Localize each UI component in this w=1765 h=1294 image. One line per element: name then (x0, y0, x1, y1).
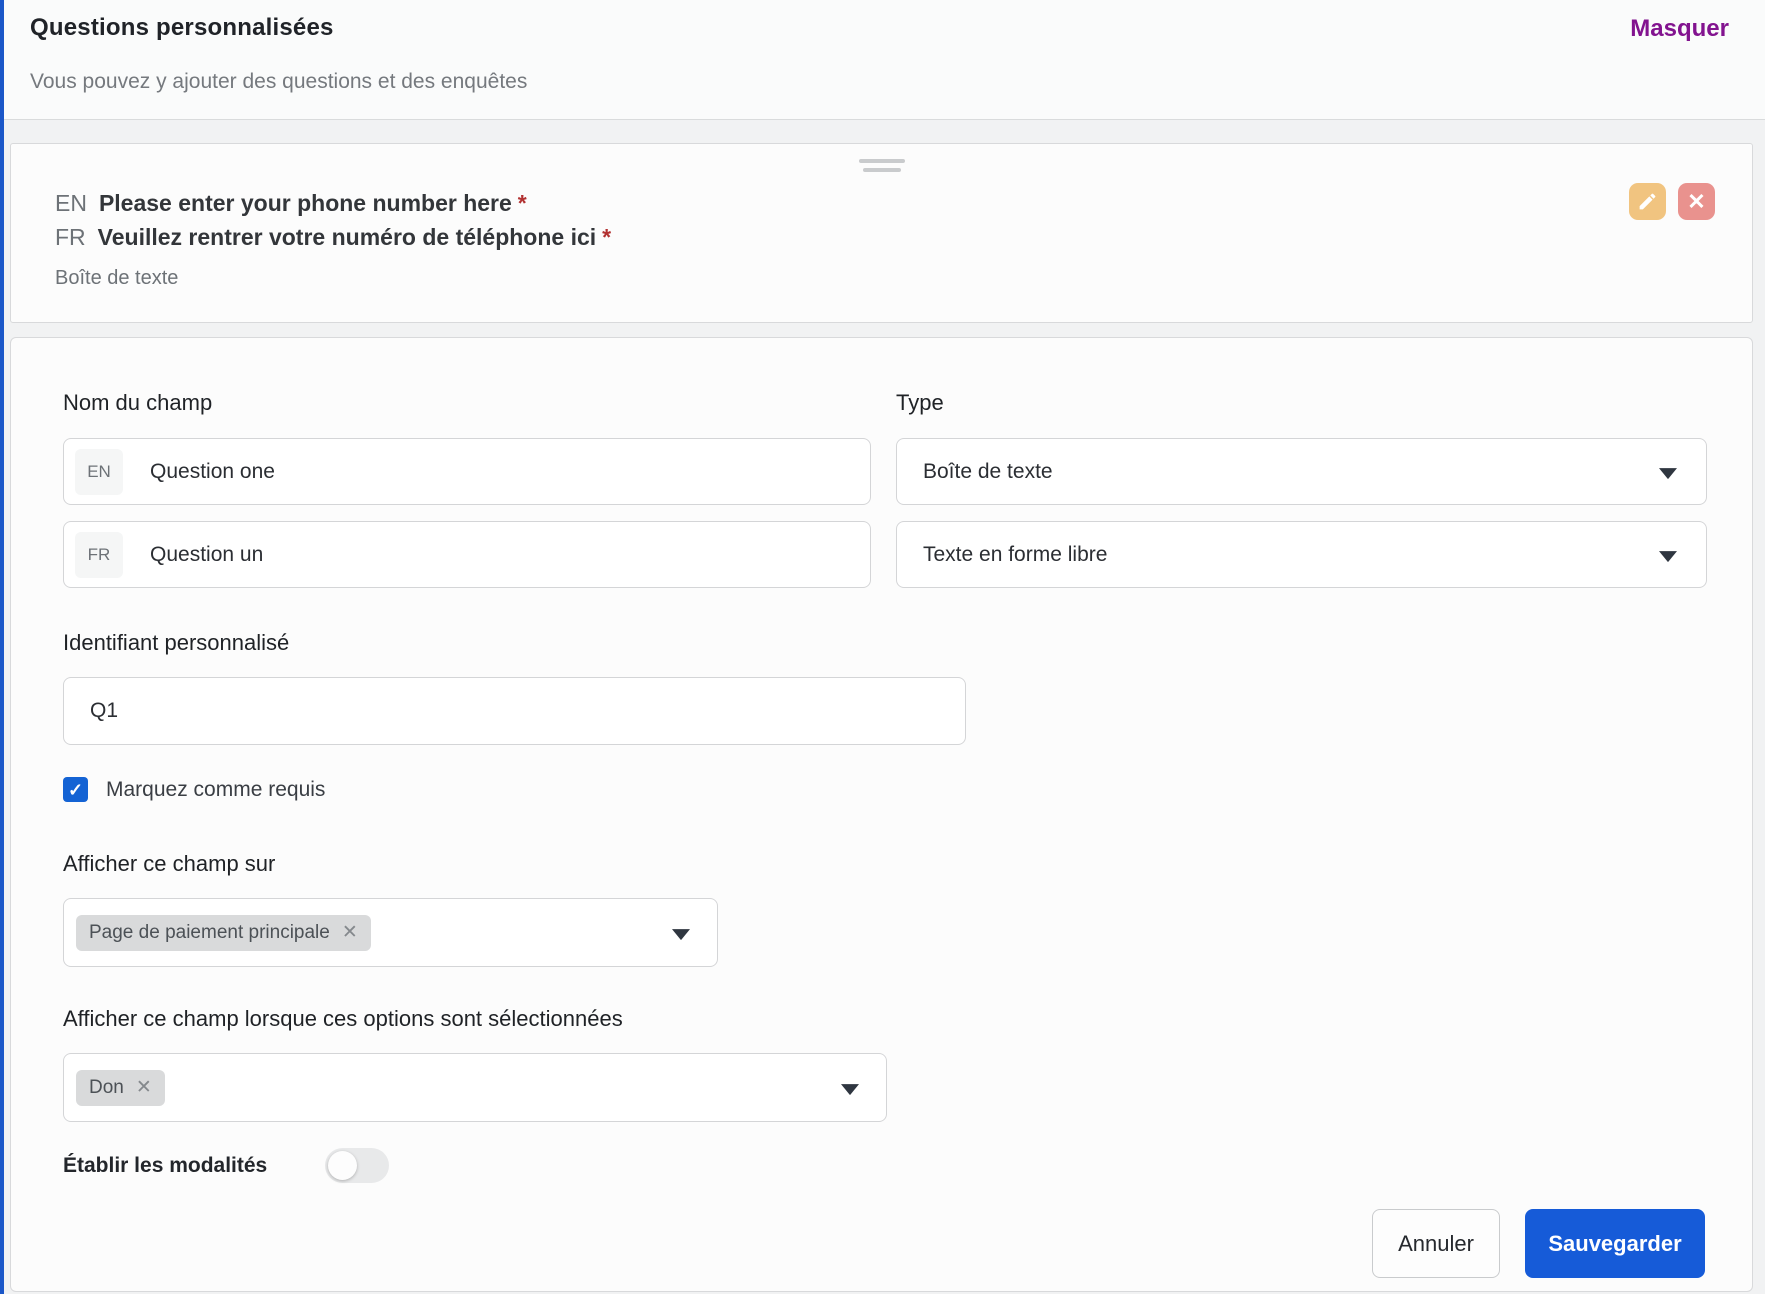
modalities-toggle[interactable] (325, 1148, 390, 1183)
lang-prefix-fr: FR (55, 224, 86, 250)
close-icon: ✕ (1687, 188, 1706, 214)
tag-label: Page de paiement principale (89, 921, 330, 943)
custom-id-input[interactable]: Q1 (63, 677, 966, 745)
field-name-en-input[interactable]: EN Question one (63, 438, 871, 505)
required-checkbox-row: ✓ Marquez comme requis (63, 777, 1705, 802)
lang-badge-fr: FR (75, 531, 123, 578)
question-label-fr: FR Veuillez rentrer votre numéro de télép… (55, 220, 611, 254)
field-name-fr-input[interactable]: FR Question un (63, 521, 871, 588)
hide-section-link[interactable]: Masquer (1630, 15, 1729, 43)
show-on-multiselect[interactable]: Page de paiement principale ✕ (63, 898, 718, 967)
show-when-multiselect[interactable]: Don ✕ (63, 1053, 887, 1122)
type-select-secondary-value: Texte en forme libre (923, 542, 1108, 566)
chevron-down-icon (1659, 550, 1677, 562)
drag-handle[interactable] (858, 159, 905, 172)
pencil-icon (1637, 191, 1658, 212)
page-subtitle: Vous pouvez y ajouter des questions et d… (30, 70, 528, 93)
chevron-down-icon (1659, 467, 1677, 479)
field-name-label: Nom du champ (63, 390, 213, 415)
question-card-actions: ✕ (1629, 183, 1715, 220)
page-title: Questions personnalisées (30, 14, 334, 41)
section-header: Questions personnalisées Masquer Vous po… (0, 0, 1765, 120)
tag-label: Don (89, 1076, 124, 1098)
selected-tag: Don ✕ (76, 1069, 165, 1106)
selected-tag: Page de paiement principale ✕ (76, 914, 371, 951)
left-accent-bar (0, 0, 4, 1294)
field-name-fr-value: Question un (150, 542, 264, 566)
lang-prefix-en: EN (55, 190, 87, 216)
chevron-down-icon (841, 1083, 859, 1095)
required-asterisk: * (602, 224, 612, 250)
check-icon: ✓ (67, 779, 84, 800)
type-select-secondary[interactable]: Texte en forme libre (896, 521, 1707, 588)
required-checkbox-label: Marquez comme requis (106, 777, 326, 801)
custom-questions-panel: Questions personnalisées Masquer Vous po… (0, 0, 1765, 1294)
question-editor-card: Nom du champ Type EN Question one Boîte … (10, 337, 1753, 1292)
lang-badge-en: EN (75, 448, 123, 495)
show-when-label: Afficher ce champ lorsque ces options so… (63, 1006, 623, 1031)
question-labels: EN Please enter your phone number here * F… (55, 186, 611, 290)
type-select-primary[interactable]: Boîte de texte (896, 438, 1707, 505)
type-label: Type (896, 390, 944, 415)
remove-tag-icon[interactable]: ✕ (136, 1076, 152, 1099)
question-preview-card: EN Please enter your phone number here * F… (10, 143, 1753, 323)
remove-tag-icon[interactable]: ✕ (342, 921, 358, 944)
editor-actions: Annuler Sauvegarder (63, 1209, 1705, 1278)
modalities-row: Établir les modalités (63, 1148, 1705, 1183)
save-button[interactable]: Sauvegarder (1525, 1209, 1705, 1278)
required-checkbox[interactable]: ✓ (63, 777, 88, 802)
chevron-down-icon (672, 928, 690, 940)
show-on-label: Afficher ce champ sur (63, 851, 276, 876)
question-text-fr: Veuillez rentrer votre numéro de télépho… (97, 224, 597, 250)
modalities-label: Établir les modalités (63, 1153, 268, 1177)
custom-id-value: Q1 (90, 699, 119, 722)
type-select-primary-value: Boîte de texte (923, 459, 1053, 483)
field-name-en-value: Question one (150, 459, 275, 483)
delete-question-button[interactable]: ✕ (1678, 183, 1715, 220)
question-type-caption: Boîte de texte (55, 267, 179, 289)
custom-id-label: Identifiant personnalisé (63, 630, 290, 655)
question-text-en: Please enter your phone number here (98, 190, 512, 216)
toggle-knob (328, 1151, 358, 1180)
question-label-en: EN Please enter your phone number here * (55, 186, 611, 220)
required-asterisk: * (517, 190, 527, 216)
edit-question-button[interactable] (1629, 183, 1666, 220)
cancel-button[interactable]: Annuler (1372, 1209, 1500, 1278)
